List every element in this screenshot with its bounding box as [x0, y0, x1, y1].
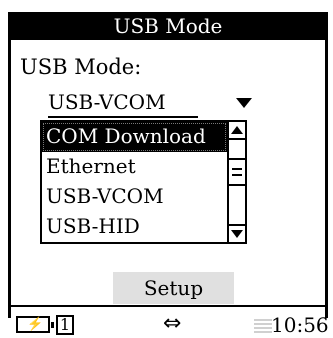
usb-mode-label: USB Mode:	[20, 55, 142, 79]
slot-indicator: 1	[56, 315, 74, 335]
dropdown-selected-value[interactable]: USB-VCOM	[48, 88, 198, 118]
option-com-download[interactable]: COM Download	[42, 122, 227, 152]
battery-charging-icon: ⚡	[16, 316, 54, 333]
status-bar: ⚡ 1 ⇔ 10:56	[8, 305, 329, 338]
option-ethernet[interactable]: Ethernet	[42, 152, 227, 182]
usb-icon: ⇔	[163, 311, 182, 336]
dropdown-list[interactable]: COM Download Ethernet USB-VCOM USB-HID	[40, 120, 247, 244]
signal-icon	[254, 319, 272, 333]
scroll-down-icon[interactable]	[229, 224, 245, 242]
option-usb-vcom[interactable]: USB-VCOM	[42, 182, 227, 212]
chevron-down-icon[interactable]	[236, 98, 252, 108]
title-bar: USB Mode	[8, 12, 328, 40]
status-clock: 10:56	[271, 313, 329, 337]
lightning-bolt-icon: ⚡	[27, 317, 44, 332]
list-scrollbar[interactable]	[227, 122, 245, 242]
dropdown-options: COM Download Ethernet USB-VCOM USB-HID	[42, 122, 227, 242]
setup-button[interactable]: Setup	[113, 272, 234, 304]
usb-mode-dropdown[interactable]: USB-VCOM	[40, 88, 252, 118]
scroll-thumb[interactable]	[229, 158, 245, 186]
frame-left-border	[8, 12, 11, 318]
frame-right-border	[325, 12, 328, 318]
option-usb-hid[interactable]: USB-HID	[42, 212, 227, 242]
scroll-up-icon[interactable]	[229, 122, 245, 140]
device-screen: USB Mode USB Mode: USB-VCOM COM Download…	[0, 0, 333, 338]
